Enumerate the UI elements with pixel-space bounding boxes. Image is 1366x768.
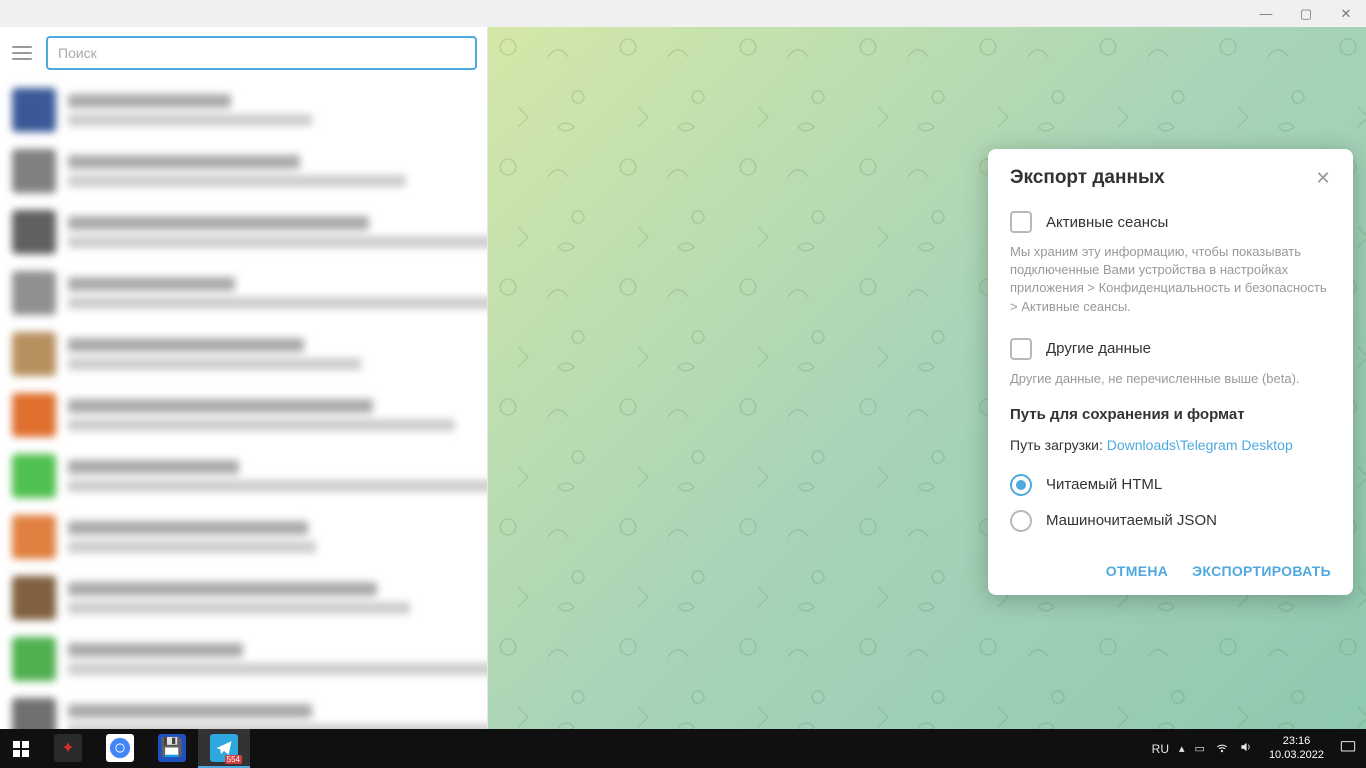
window-titlebar: — ▢ ✕ xyxy=(0,0,1366,27)
path-format-section-title: Путь для сохранения и формат xyxy=(1010,406,1331,423)
chat-info xyxy=(68,216,475,248)
chat-avatar xyxy=(12,576,56,620)
chat-info xyxy=(68,460,475,492)
chat-info xyxy=(68,155,475,187)
main-area: , кому хотели бы написать Экспорт данных… xyxy=(488,27,1366,729)
chat-avatar xyxy=(12,332,56,376)
tray-notifications-icon[interactable] xyxy=(1340,740,1356,757)
chat-list-item[interactable] xyxy=(0,140,487,201)
chat-list-item[interactable] xyxy=(0,628,487,689)
dialog-close-button[interactable]: ✕ xyxy=(1313,168,1333,188)
chat-avatar xyxy=(12,149,56,193)
chat-list-item[interactable] xyxy=(0,445,487,506)
chat-info xyxy=(68,521,475,553)
checkbox-icon[interactable] xyxy=(1010,211,1032,233)
search-input[interactable] xyxy=(46,36,477,70)
start-button[interactable] xyxy=(0,729,42,768)
taskbar-app-save[interactable]: 💾 xyxy=(146,729,198,768)
chat-avatar xyxy=(12,637,56,681)
chat-list-item[interactable] xyxy=(0,506,487,567)
tray-time: 23:16 xyxy=(1269,735,1324,748)
tray-volume-icon[interactable] xyxy=(1239,740,1253,757)
active-sessions-label: Активные сеансы xyxy=(1046,214,1168,231)
chat-list-item[interactable] xyxy=(0,384,487,445)
chat-list-item[interactable] xyxy=(0,323,487,384)
radio-icon[interactable] xyxy=(1010,510,1032,532)
active-sessions-option[interactable]: Активные сеансы xyxy=(1010,203,1331,239)
chat-avatar xyxy=(12,454,56,498)
checkbox-icon[interactable] xyxy=(1010,338,1032,360)
window-maximize-button[interactable]: ▢ xyxy=(1286,0,1326,27)
download-path-link[interactable]: Downloads\Telegram Desktop xyxy=(1107,437,1293,453)
taskbar-app-chrome[interactable] xyxy=(94,729,146,768)
tray-language[interactable]: RU xyxy=(1152,742,1169,756)
chat-avatar xyxy=(12,515,56,559)
window-minimize-button[interactable]: — xyxy=(1246,0,1286,27)
tray-clock[interactable]: 23:16 10.03.2022 xyxy=(1263,735,1330,761)
taskbar: ✦ 💾 554 RU ▴ ▭ 23:16 10.03.2022 xyxy=(0,729,1366,768)
chat-list[interactable] xyxy=(0,79,487,729)
radio-icon[interactable] xyxy=(1010,474,1032,496)
chat-info xyxy=(68,94,475,126)
format-html-label: Читаемый HTML xyxy=(1046,476,1162,493)
chat-avatar xyxy=(12,393,56,437)
chat-info xyxy=(68,399,475,431)
chat-avatar xyxy=(12,698,56,730)
tray-date: 10.03.2022 xyxy=(1269,749,1324,762)
format-json-label: Машиночитаемый JSON xyxy=(1046,512,1217,529)
chat-list-item[interactable] xyxy=(0,262,487,323)
tray-battery-icon[interactable]: ▭ xyxy=(1195,742,1205,755)
chat-list-item[interactable] xyxy=(0,689,487,729)
chat-avatar xyxy=(12,88,56,132)
chat-list-item[interactable] xyxy=(0,79,487,140)
cancel-button[interactable]: ОТМЕНА xyxy=(1106,563,1168,579)
chat-avatar xyxy=(12,210,56,254)
chat-avatar xyxy=(12,271,56,315)
chat-info xyxy=(68,277,475,309)
sidebar xyxy=(0,27,488,729)
chat-info xyxy=(68,338,475,370)
chat-info xyxy=(68,582,475,614)
dialog-title: Экспорт данных xyxy=(1010,167,1165,189)
chat-list-item[interactable] xyxy=(0,201,487,262)
export-button[interactable]: ЭКСПОРТИРОВАТЬ xyxy=(1192,563,1331,579)
menu-button[interactable] xyxy=(10,41,34,65)
other-data-description: Другие данные, не перечисленные выше (be… xyxy=(1010,370,1331,388)
download-path-row: Путь загрузки: Downloads\Telegram Deskto… xyxy=(1010,437,1331,453)
tray-chevron-icon[interactable]: ▴ xyxy=(1179,742,1185,755)
format-json-option[interactable]: Машиночитаемый JSON xyxy=(1010,503,1331,539)
chat-info xyxy=(68,643,475,675)
active-sessions-description: Мы храним эту информацию, чтобы показыва… xyxy=(1010,243,1331,316)
other-data-label: Другие данные xyxy=(1046,340,1151,357)
other-data-option[interactable]: Другие данные xyxy=(1010,330,1331,366)
chat-info xyxy=(68,704,475,730)
tray-wifi-icon[interactable] xyxy=(1215,740,1229,757)
taskbar-app-telegram[interactable]: 554 xyxy=(198,729,250,768)
export-dialog: Экспорт данных ✕ Активные сеансы Мы хран… xyxy=(988,149,1353,595)
download-path-label: Путь загрузки: xyxy=(1010,437,1107,453)
window-close-button[interactable]: ✕ xyxy=(1326,0,1366,27)
chat-list-item[interactable] xyxy=(0,567,487,628)
format-html-option[interactable]: Читаемый HTML xyxy=(1010,467,1331,503)
taskbar-app-puzzle[interactable]: ✦ xyxy=(42,729,94,768)
badge: 554 xyxy=(225,755,242,764)
